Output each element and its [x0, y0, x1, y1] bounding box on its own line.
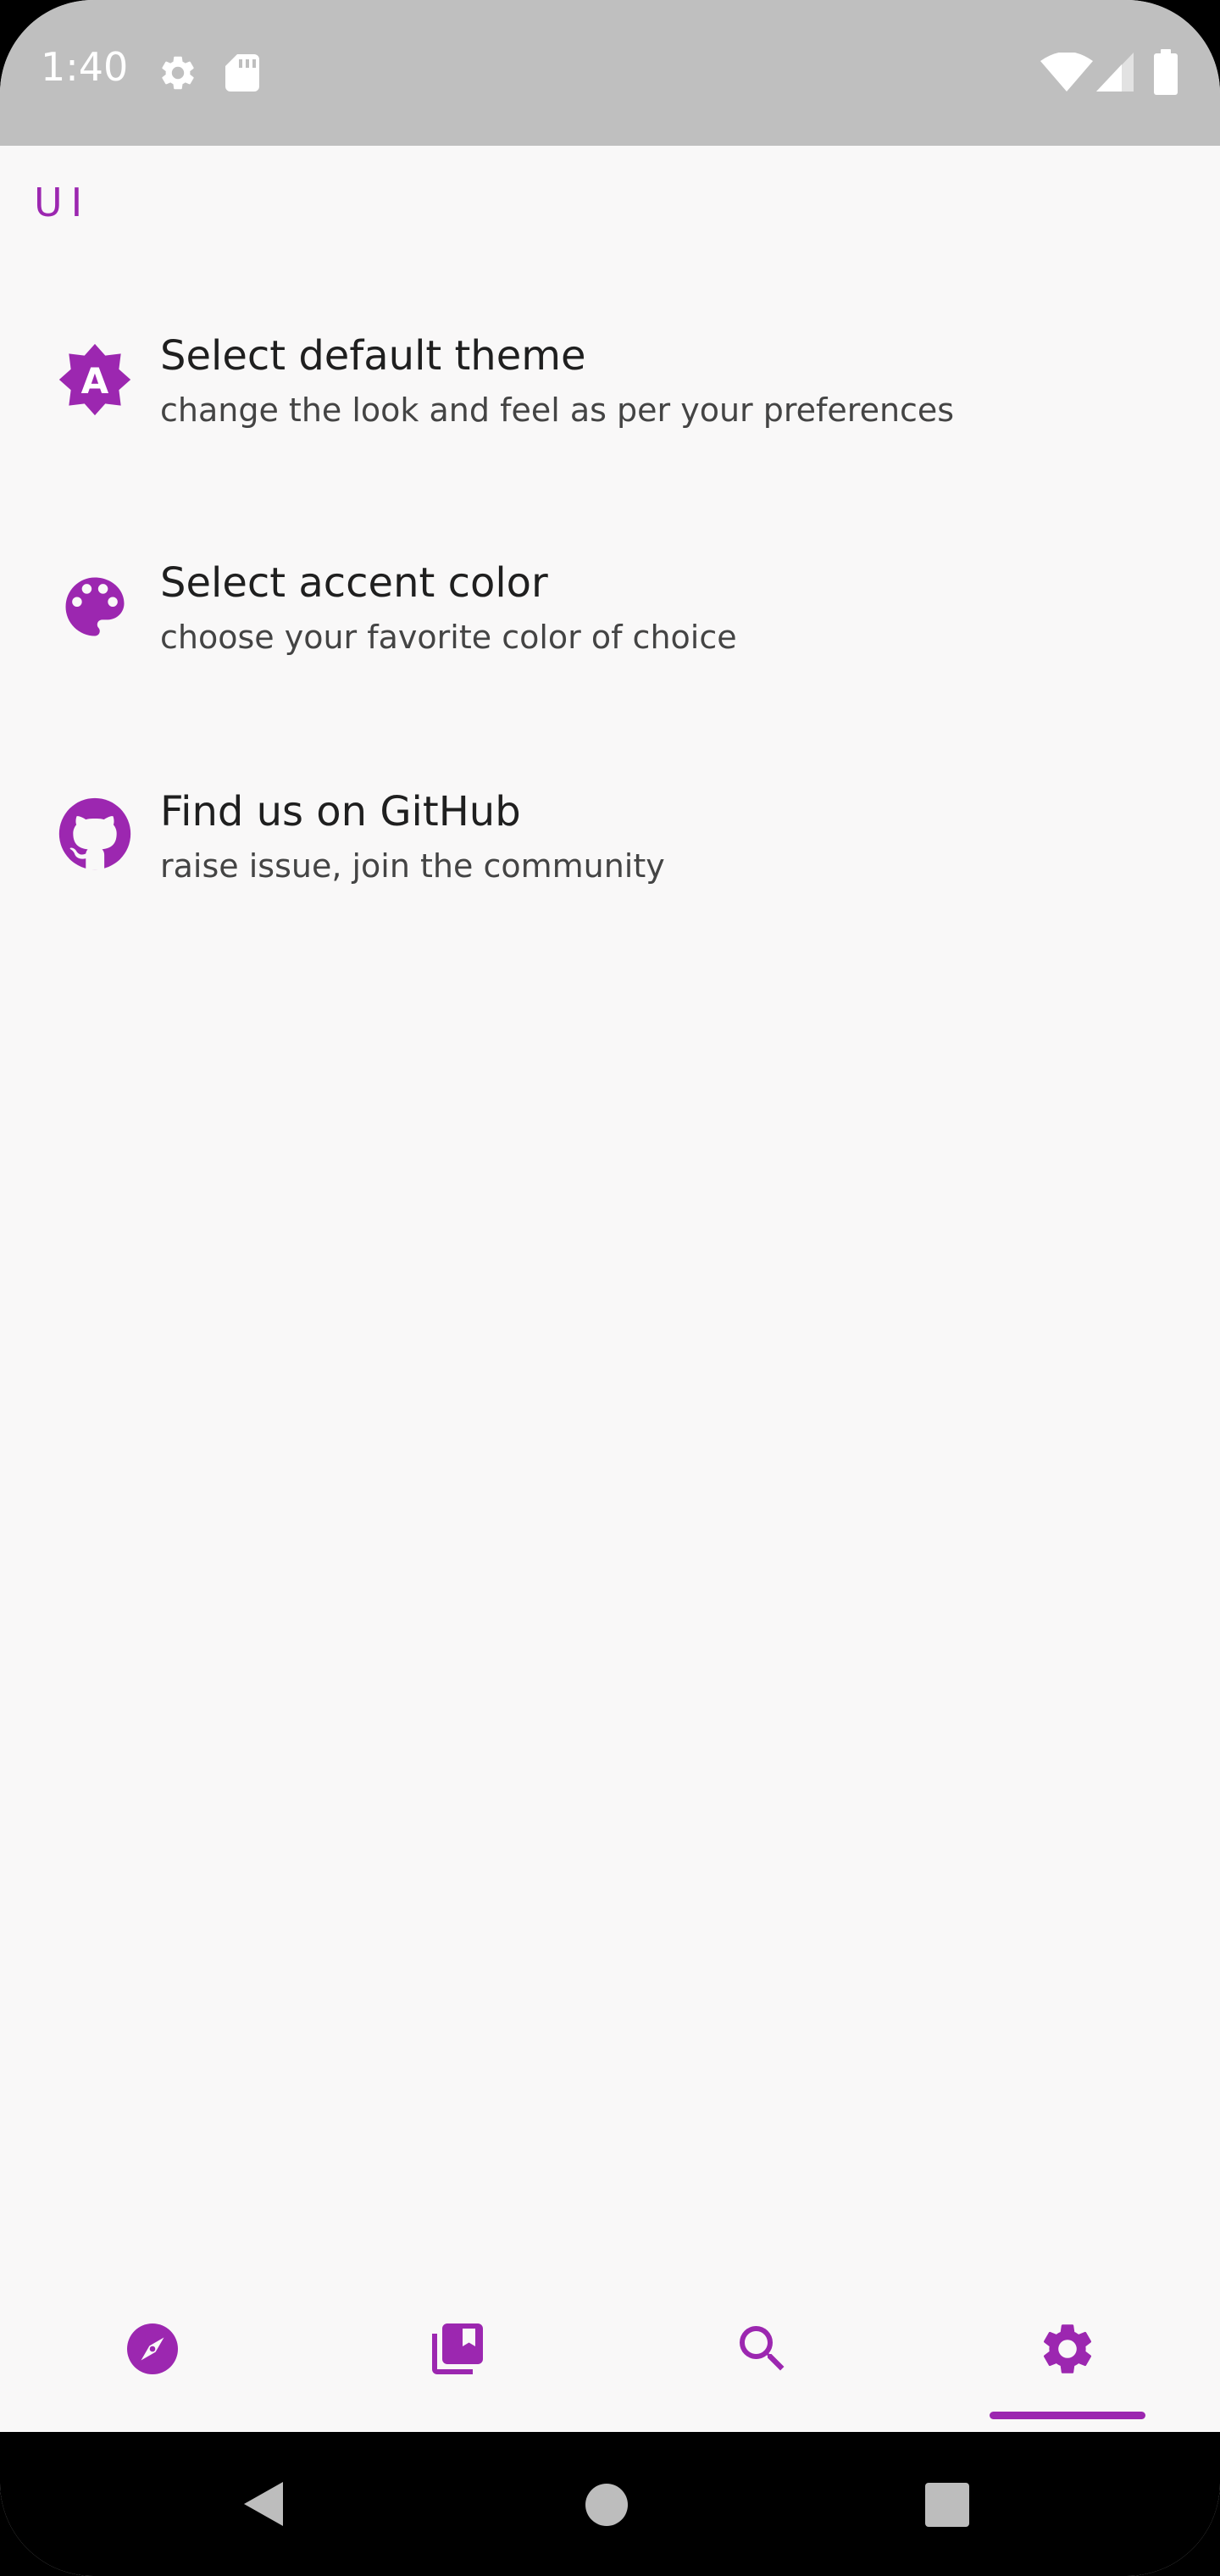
theme-badge-icon: A: [58, 343, 131, 416]
item-title: Select accent color: [160, 559, 548, 607]
nav-selected-indicator: [990, 2412, 1145, 2419]
library-icon: [432, 2323, 483, 2374]
settings-item-default-theme[interactable]: A Select default theme change the look a…: [0, 269, 1220, 490]
nav-item-search[interactable]: [610, 2288, 915, 2432]
status-time: 1:40: [41, 44, 129, 90]
recents-icon[interactable]: [925, 2483, 969, 2527]
signal-icon: [1096, 53, 1134, 92]
app-screen: 1:40 UI A Select default theme change th…: [0, 0, 1220, 2576]
nav-item-settings[interactable]: [915, 2288, 1220, 2432]
settings-icon: [1043, 2324, 1092, 2373]
settings-item-github[interactable]: Find us on GitHub raise issue, join the …: [0, 725, 1220, 946]
bottom-navigation: [0, 2288, 1220, 2432]
home-icon[interactable]: [585, 2483, 629, 2527]
item-subtitle: raise issue, join the community: [160, 847, 665, 885]
nav-item-explore[interactable]: [0, 2288, 305, 2432]
item-subtitle: choose your favorite color of choice: [160, 619, 737, 656]
battery-icon: [1154, 49, 1178, 95]
explore-icon: [127, 2323, 178, 2374]
palette-icon: [65, 577, 125, 636]
svg-text:A: A: [81, 360, 109, 402]
section-header-ui: UI: [34, 180, 92, 225]
gear-icon: [162, 56, 194, 90]
item-subtitle: change the look and feel as per your pre…: [160, 391, 955, 429]
sd-card-icon: [225, 54, 259, 92]
item-title: Find us on GitHub: [160, 788, 521, 836]
back-icon[interactable]: [234, 2479, 293, 2529]
status-bar: 1:40: [0, 0, 1220, 146]
nav-item-library[interactable]: [305, 2288, 610, 2432]
wifi-icon: [1040, 53, 1093, 92]
search-icon: [740, 2326, 785, 2371]
system-navigation-bar: [0, 2432, 1220, 2576]
settings-item-accent-color[interactable]: Select accent color choose your favorite…: [0, 497, 1220, 717]
item-title: Select default theme: [160, 332, 586, 380]
github-icon: [58, 797, 131, 870]
